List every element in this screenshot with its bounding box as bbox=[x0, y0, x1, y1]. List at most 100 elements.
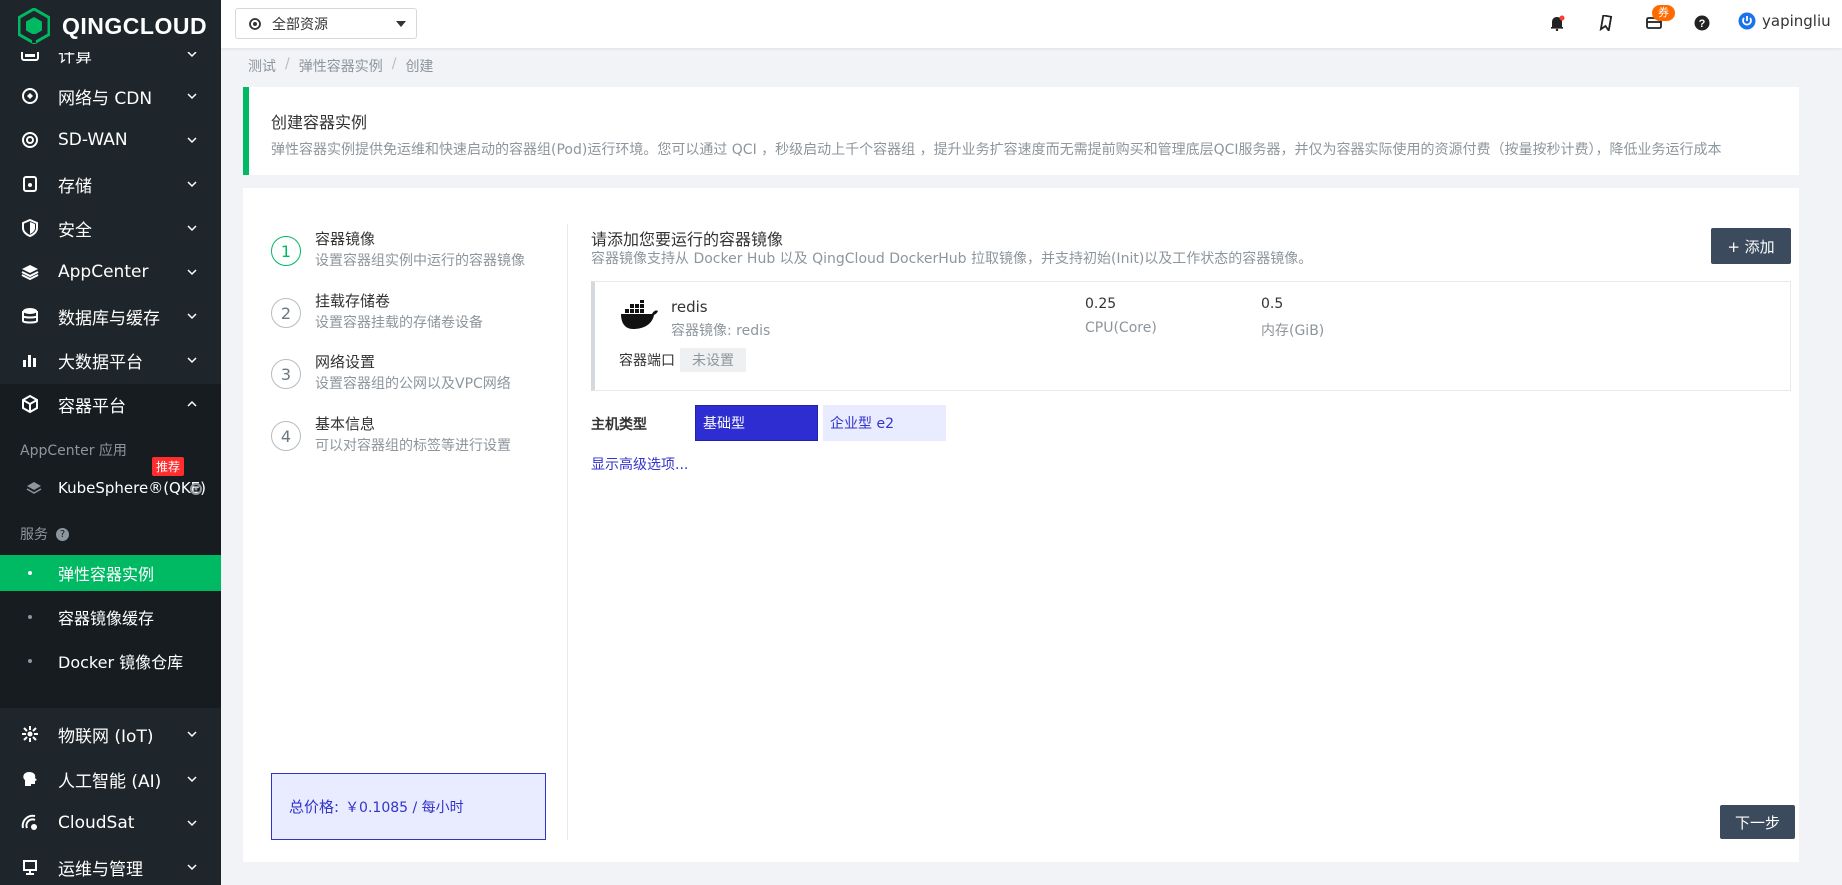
sub-item-elastic-container[interactable]: 弹性容器实例 bbox=[0, 555, 221, 591]
nav-item-cloudsat[interactable]: CloudSat bbox=[0, 801, 221, 845]
help-icon[interactable]: ? bbox=[1691, 12, 1713, 34]
next-step-button[interactable]: 下一步 bbox=[1720, 805, 1795, 839]
sdwan-icon bbox=[20, 130, 40, 150]
storage-icon bbox=[20, 174, 40, 194]
chevron-down-icon bbox=[187, 181, 197, 188]
logo-text: QINGCLOUD bbox=[62, 12, 208, 39]
nav-item-iot[interactable]: 物联网 (IoT) bbox=[0, 712, 221, 756]
cube-icon bbox=[20, 394, 40, 414]
step-number: 2 bbox=[271, 298, 301, 328]
section-description: 容器镜像支持从 Docker Hub 以及 QingCloud DockerHu… bbox=[591, 251, 1313, 267]
kubesphere-label: KubeSphere®(QKE) bbox=[58, 479, 207, 497]
bullet-icon bbox=[28, 615, 32, 619]
services-label: 服务 ? bbox=[20, 524, 69, 544]
nav-item-database[interactable]: 数据库与缓存 bbox=[0, 294, 221, 338]
step-container-image[interactable]: 1 容器镜像 设置容器组实例中运行的容器镜像 bbox=[271, 228, 531, 280]
page-description: 弹性容器实例提供免运维和快速启动的容器组(Pod)运行环境。您可以通过 QCI … bbox=[271, 142, 1722, 158]
step-desc: 设置容器组实例中运行的容器镜像 bbox=[315, 253, 525, 269]
shield-icon bbox=[20, 218, 40, 238]
step-network[interactable]: 3 网络设置 设置容器组的公网以及VPC网络 bbox=[271, 351, 531, 403]
nav-item-container-platform[interactable]: 容器平台 bbox=[0, 382, 221, 426]
host-type-basic-option[interactable]: 基础型 bbox=[695, 405, 818, 441]
step-title: 网络设置 bbox=[315, 353, 376, 371]
nav-item-bigdata[interactable]: 大数据平台 bbox=[0, 338, 221, 382]
breadcrumb-item[interactable]: 弹性容器实例 bbox=[299, 56, 383, 76]
nav-item-sdwan[interactable]: SD-WAN bbox=[0, 118, 221, 162]
nav-item-storage[interactable]: 存储 bbox=[0, 162, 221, 206]
port-label: 容器端口 bbox=[619, 353, 675, 369]
step-number: 1 bbox=[271, 236, 301, 266]
sidebar: QINGCLOUD 计算 网络与 CDN SD-WAN 存储 安全 AppCen… bbox=[0, 0, 221, 885]
user-menu[interactable]: yapingliu bbox=[1738, 12, 1831, 30]
chevron-down-icon bbox=[187, 731, 197, 738]
nav-label: 数据库与缓存 bbox=[58, 308, 160, 329]
section-title: 请添加您要运行的容器镜像 bbox=[591, 230, 784, 249]
bar-chart-icon bbox=[20, 350, 40, 370]
step-desc: 设置容器挂载的存储卷设备 bbox=[315, 315, 483, 331]
nav-item-network-cdn[interactable]: 网络与 CDN bbox=[0, 74, 221, 118]
qingcloud-logo-icon bbox=[18, 8, 50, 44]
bookmark-icon[interactable] bbox=[1595, 12, 1617, 34]
breadcrumb-item-current: 创建 bbox=[405, 59, 434, 75]
help-icon[interactable]: ? bbox=[56, 527, 69, 541]
gear-icon[interactable] bbox=[189, 481, 203, 500]
gear-icon bbox=[248, 17, 262, 31]
chevron-down-icon bbox=[187, 357, 197, 364]
cpu-label: CPU(Core) bbox=[1085, 320, 1157, 336]
nav-label: SD-WAN bbox=[58, 130, 128, 150]
kubesphere-icon bbox=[26, 480, 42, 500]
ai-icon bbox=[20, 769, 40, 789]
satellite-icon bbox=[20, 813, 40, 833]
nav-label: 物联网 (IoT) bbox=[58, 726, 154, 747]
ops-icon bbox=[20, 857, 40, 877]
step-storage-volume[interactable]: 2 挂载存储卷 设置容器挂载的存储卷设备 bbox=[271, 290, 531, 342]
resource-select[interactable]: 全部资源 bbox=[235, 8, 417, 39]
logo[interactable]: QINGCLOUD bbox=[0, 0, 221, 52]
cpu-value: 0.25 bbox=[1085, 296, 1117, 312]
price-label: 总价格: bbox=[289, 798, 340, 816]
bullet-icon bbox=[28, 659, 32, 663]
nav-label: 人工智能 (AI) bbox=[58, 771, 162, 792]
step-title: 挂载存储卷 bbox=[315, 292, 391, 310]
chevron-down-icon bbox=[187, 137, 197, 144]
show-advanced-options-link[interactable]: 显示高级选项... bbox=[591, 454, 688, 474]
image-source: 容器镜像: redis bbox=[671, 323, 771, 339]
sub-item-docker-registry[interactable]: Docker 镜像仓库 bbox=[0, 643, 221, 679]
page-banner: 创建容器实例 弹性容器实例提供免运维和快速启动的容器组(Pod)运行环境。您可以… bbox=[243, 87, 1799, 175]
caret-down-icon bbox=[396, 21, 406, 27]
nav-item-ai[interactable]: 人工智能 (AI) bbox=[0, 757, 221, 801]
chevron-down-icon bbox=[187, 225, 197, 232]
sub-item-image-cache[interactable]: 容器镜像缓存 bbox=[0, 599, 221, 635]
bullet-icon bbox=[28, 571, 32, 575]
network-icon bbox=[20, 86, 40, 106]
username: yapingliu bbox=[1762, 12, 1831, 30]
host-type-enterprise-option[interactable]: 企业型 e2 bbox=[823, 405, 946, 441]
image-name: redis bbox=[671, 298, 708, 316]
topbar: 全部资源 券 ? yapingliu bbox=[221, 0, 1842, 48]
add-image-button[interactable]: + 添加 bbox=[1711, 228, 1791, 264]
chevron-down-icon bbox=[187, 820, 197, 827]
total-price-box: 总价格: ￥0.1085 / 每小时 bbox=[271, 773, 546, 840]
step-number: 4 bbox=[271, 421, 301, 451]
nav-label: 网络与 CDN bbox=[58, 88, 153, 109]
breadcrumb-item[interactable]: 测试 bbox=[248, 56, 276, 76]
svg-text:?: ? bbox=[1699, 18, 1706, 30]
chevron-down-icon bbox=[187, 313, 197, 320]
nav-item-appcenter[interactable]: AppCenter bbox=[0, 250, 221, 294]
nav-item-ops[interactable]: 运维与管理 bbox=[0, 845, 221, 885]
chevron-down-icon bbox=[187, 269, 197, 276]
step-basic-info[interactable]: 4 基本信息 可以对容器组的标签等进行设置 bbox=[271, 413, 531, 465]
chevron-up-icon bbox=[187, 400, 197, 407]
sub-item-kubesphere[interactable]: KubeSphere®(QKE) bbox=[0, 470, 221, 506]
create-form-panel: 1 容器镜像 设置容器组实例中运行的容器镜像 2 挂载存储卷 设置容器挂载的存储… bbox=[243, 188, 1799, 862]
appcenter-apps-label: AppCenter 应用 bbox=[20, 443, 127, 459]
nav-item-security[interactable]: 安全 bbox=[0, 206, 221, 250]
sub-item-label: 容器镜像缓存 bbox=[58, 609, 155, 628]
page-title: 创建容器实例 bbox=[271, 113, 368, 132]
step-title: 容器镜像 bbox=[315, 230, 376, 248]
breadcrumb-separator: / bbox=[391, 56, 397, 72]
notification-bell-icon[interactable] bbox=[1546, 12, 1568, 34]
container-image-card[interactable]: redis 容器镜像: redis 0.25 CPU(Core) 0.5 内存(… bbox=[591, 281, 1791, 391]
step-desc: 设置容器组的公网以及VPC网络 bbox=[315, 376, 511, 392]
resource-select-value: 全部资源 bbox=[272, 16, 328, 33]
